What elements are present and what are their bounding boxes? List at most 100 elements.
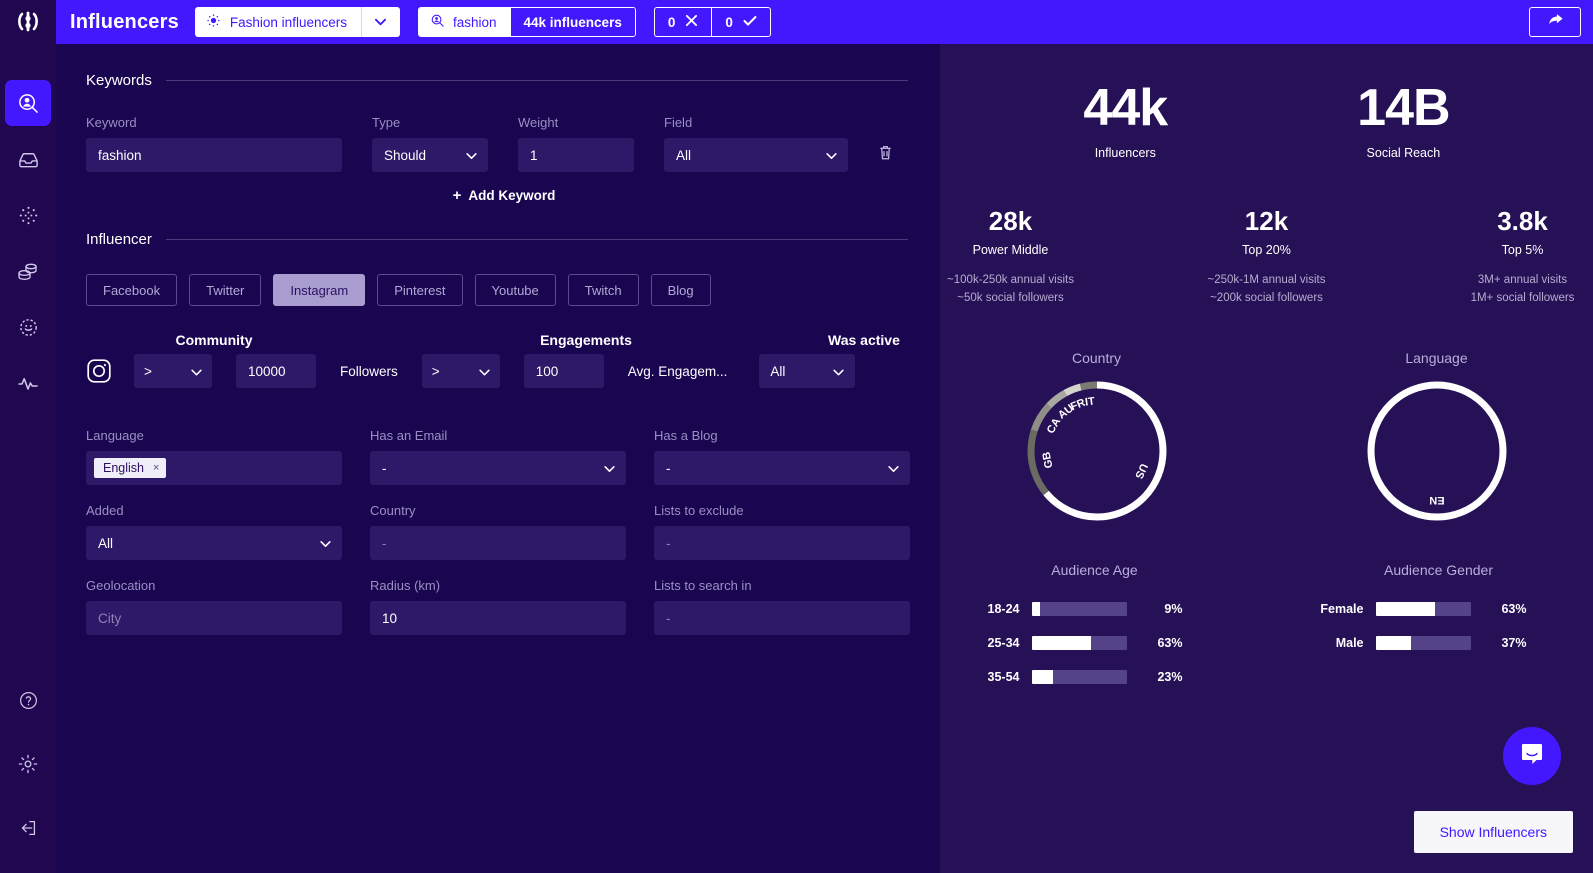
- tier-caption: Power Middle: [972, 243, 1049, 257]
- has-email-label: Has an Email: [370, 428, 448, 443]
- bar-row: Male 37%: [1314, 626, 1564, 660]
- reject-counter[interactable]: 0: [655, 8, 712, 36]
- sparkle-dots-icon: [206, 13, 221, 31]
- chevron-down-icon: [888, 461, 899, 476]
- engagement-operator-select[interactable]: >: [421, 354, 500, 388]
- platform-button-twitter[interactable]: Twitter: [189, 274, 262, 306]
- field-value: All: [676, 147, 692, 163]
- has-blog-select[interactable]: -: [654, 451, 910, 485]
- language-field-group: Language English ×: [86, 428, 342, 485]
- coins-stack-icon: [16, 259, 40, 283]
- remove-tag-icon[interactable]: ×: [153, 462, 159, 474]
- share-arrow-icon: [1547, 12, 1564, 32]
- engagement-value-input[interactable]: 100: [523, 354, 604, 388]
- audience-network-icon: [17, 316, 40, 339]
- bar-fill: [1031, 601, 1041, 616]
- sidebar-item-inbox[interactable]: [5, 136, 51, 182]
- lists-exclude-field-group: Lists to exclude -: [654, 503, 910, 560]
- intercom-chat-button[interactable]: [1503, 727, 1561, 785]
- inbox-icon: [17, 148, 40, 171]
- sidebar-item-budget[interactable]: [5, 248, 51, 294]
- sidebar-item-logout[interactable]: [5, 805, 51, 851]
- geolocation-input[interactable]: City: [86, 601, 342, 635]
- search-icon: [430, 13, 445, 31]
- stat-social-reach-caption: Social Reach: [1366, 146, 1441, 160]
- type-select[interactable]: Should: [372, 138, 488, 172]
- added-field-group: Added All: [86, 503, 342, 560]
- chevron-down-icon: [466, 148, 477, 163]
- sidebar-item-analytics[interactable]: [5, 360, 51, 406]
- platform-button-twitch[interactable]: Twitch: [567, 274, 639, 306]
- keywords-section-header: Keywords: [86, 72, 908, 89]
- added-select[interactable]: All: [86, 526, 342, 560]
- chevron-down-icon: [375, 13, 387, 31]
- metric-headers-row: Community Engagements Was active: [86, 332, 908, 348]
- community-value-input[interactable]: 10000: [236, 354, 316, 388]
- bar-category-label: Male: [1335, 635, 1364, 650]
- tier-details: ~250k-1M annual visits ~200k social foll…: [1196, 272, 1337, 308]
- bar-value-label: 23%: [1157, 669, 1183, 684]
- bar-fill: [1031, 669, 1054, 684]
- platform-button-pinterest[interactable]: Pinterest: [377, 274, 463, 306]
- accept-counter[interactable]: 0: [712, 8, 770, 36]
- lists-exclude-input[interactable]: -: [654, 526, 910, 560]
- platform-button-facebook[interactable]: Facebook: [86, 274, 178, 306]
- type-label: Type: [372, 115, 401, 130]
- saved-search-main[interactable]: Fashion influencers: [195, 7, 361, 37]
- type-field-group: Type Should: [372, 115, 488, 172]
- result-count-badge[interactable]: 44k influencers: [510, 8, 635, 36]
- keywords-section-title: Keywords: [86, 72, 152, 89]
- saved-search-dropdown-button[interactable]: [362, 7, 400, 37]
- brand-logo-icon[interactable]: [0, 0, 56, 44]
- language-tag-english[interactable]: English ×: [94, 458, 167, 478]
- community-unit-label: Followers: [340, 363, 398, 379]
- sidebar-item-settings[interactable]: [5, 741, 51, 787]
- stat-influencers-value: 44k: [1083, 79, 1168, 137]
- sidebar-item-discover[interactable]: [5, 192, 51, 238]
- country-input[interactable]: -: [370, 526, 626, 560]
- platform-button-blog[interactable]: Blog: [650, 274, 711, 306]
- sidebar-item-audience[interactable]: [5, 304, 51, 350]
- sidebar-item-help[interactable]: [5, 677, 51, 723]
- tier-caption: Top 5%: [1501, 243, 1544, 257]
- keyword-row: Keyword fashion Type Should Weight 1 Fie…: [86, 115, 908, 172]
- person-search-icon: [17, 92, 40, 115]
- chevron-down-icon: [826, 148, 837, 163]
- reject-count-value: 0: [667, 14, 676, 30]
- audience-age-title: Audience Age: [1051, 561, 1138, 578]
- form-area: Keywords Keyword fashion Type Should Wei…: [56, 44, 940, 635]
- keyword-input[interactable]: fashion: [86, 138, 342, 172]
- radius-input[interactable]: 10: [370, 601, 626, 635]
- bar-row: 18-24 9%: [970, 592, 1220, 626]
- saved-search-selector[interactable]: Fashion influencers: [194, 7, 400, 37]
- platform-button-instagram[interactable]: Instagram: [273, 274, 366, 306]
- weight-input[interactable]: 1: [518, 138, 634, 172]
- language-input[interactable]: English ×: [86, 451, 342, 485]
- audience-bar-charts: Audience Age 18-24 9% 25-34 63% 35-54 23% Aud…: [940, 562, 1593, 694]
- search-query-text: fashion: [452, 14, 497, 30]
- was-active-select[interactable]: All: [759, 354, 856, 388]
- saved-search-label: Fashion influencers: [229, 14, 347, 30]
- donut-label-IT: IT: [1084, 395, 1096, 409]
- search-input[interactable]: fashion: [418, 8, 511, 36]
- donut-charts: Country US GB CA AU FR IT Language EN: [940, 350, 1593, 526]
- bar-value-label: 63%: [1501, 601, 1527, 616]
- add-keyword-button[interactable]: + Add Keyword: [86, 188, 922, 203]
- bar-track: [1375, 601, 1471, 616]
- lists-search-input[interactable]: -: [654, 601, 910, 635]
- delete-keyword-button[interactable]: [878, 138, 918, 172]
- bar-row: 35-54 23%: [970, 660, 1220, 694]
- search-query-pill: fashion 44k influencers: [417, 7, 636, 37]
- sidebar-item-influencer-search[interactable]: [5, 80, 51, 126]
- language-donut-chart: Language EN: [1327, 350, 1547, 526]
- has-email-select[interactable]: -: [370, 451, 626, 485]
- tier-detail-line2: ~50k social followers: [957, 291, 1064, 304]
- add-keyword-label: Add Keyword: [468, 188, 556, 203]
- show-influencers-button[interactable]: Show Influencers: [1413, 811, 1573, 853]
- was-active-header: Was active: [828, 332, 900, 348]
- community-operator-select[interactable]: >: [134, 354, 212, 388]
- field-select[interactable]: All: [664, 138, 848, 172]
- share-button[interactable]: [1529, 7, 1581, 37]
- tier-stats: 28k Power Middle ~100k-250k annual visit…: [940, 208, 1593, 308]
- platform-button-youtube[interactable]: Youtube: [474, 274, 556, 306]
